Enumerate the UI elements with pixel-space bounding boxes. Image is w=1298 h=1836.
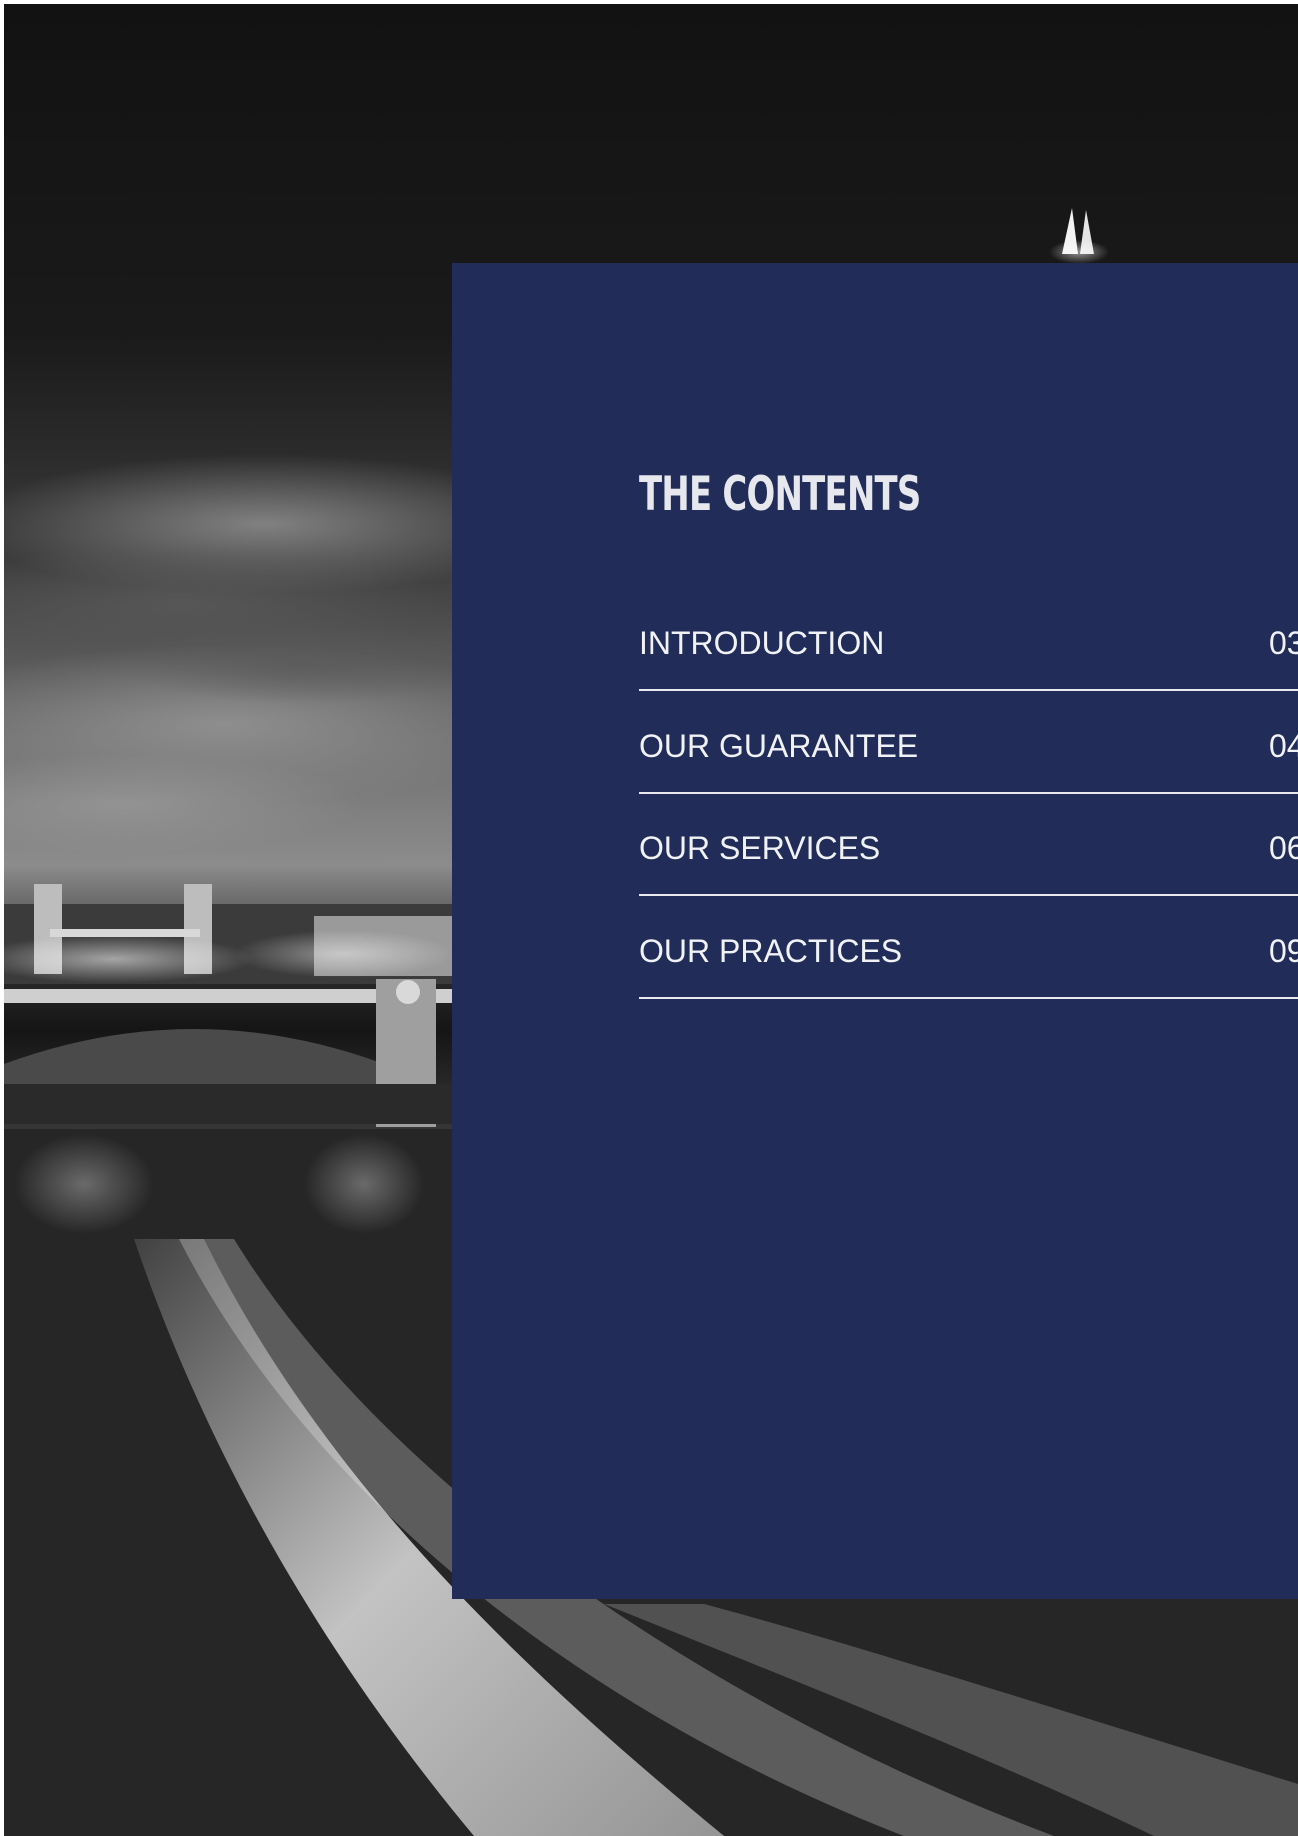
toc-entry-page-number: 06 [1269,830,1298,866]
toc-entry-page-number: 04 [1269,727,1298,764]
toc-entry-our-services[interactable]: OUR SERVICES 06 [639,794,1298,896]
toc-list: INTRODUCTION 03 OUR GUARANTEE 04 OUR SER… [639,608,1298,999]
toc-entry-label: OUR PRACTICES [639,932,903,969]
toc-entry-label: OUR SERVICES [639,830,881,866]
toc-entry-our-practices[interactable]: OUR PRACTICES 09 [639,896,1298,999]
toc-entry-introduction[interactable]: INTRODUCTION 03 [639,608,1298,691]
toc-entry-label: OUR GUARANTEE [639,727,919,764]
contents-panel: THE CONTENTS INTRODUCTION 03 OUR GUARANT… [452,263,1298,1599]
toc-entry-page-number: 03 [1269,625,1298,661]
contents-title: THE CONTENTS [639,467,921,522]
toc-entry-page-number: 09 [1269,932,1298,969]
brochure-page: THE CONTENTS INTRODUCTION 03 OUR GUARANT… [4,4,1298,1836]
toc-entry-our-guarantee[interactable]: OUR GUARANTEE 04 [639,691,1298,794]
toc-entry-label: INTRODUCTION [639,625,885,661]
